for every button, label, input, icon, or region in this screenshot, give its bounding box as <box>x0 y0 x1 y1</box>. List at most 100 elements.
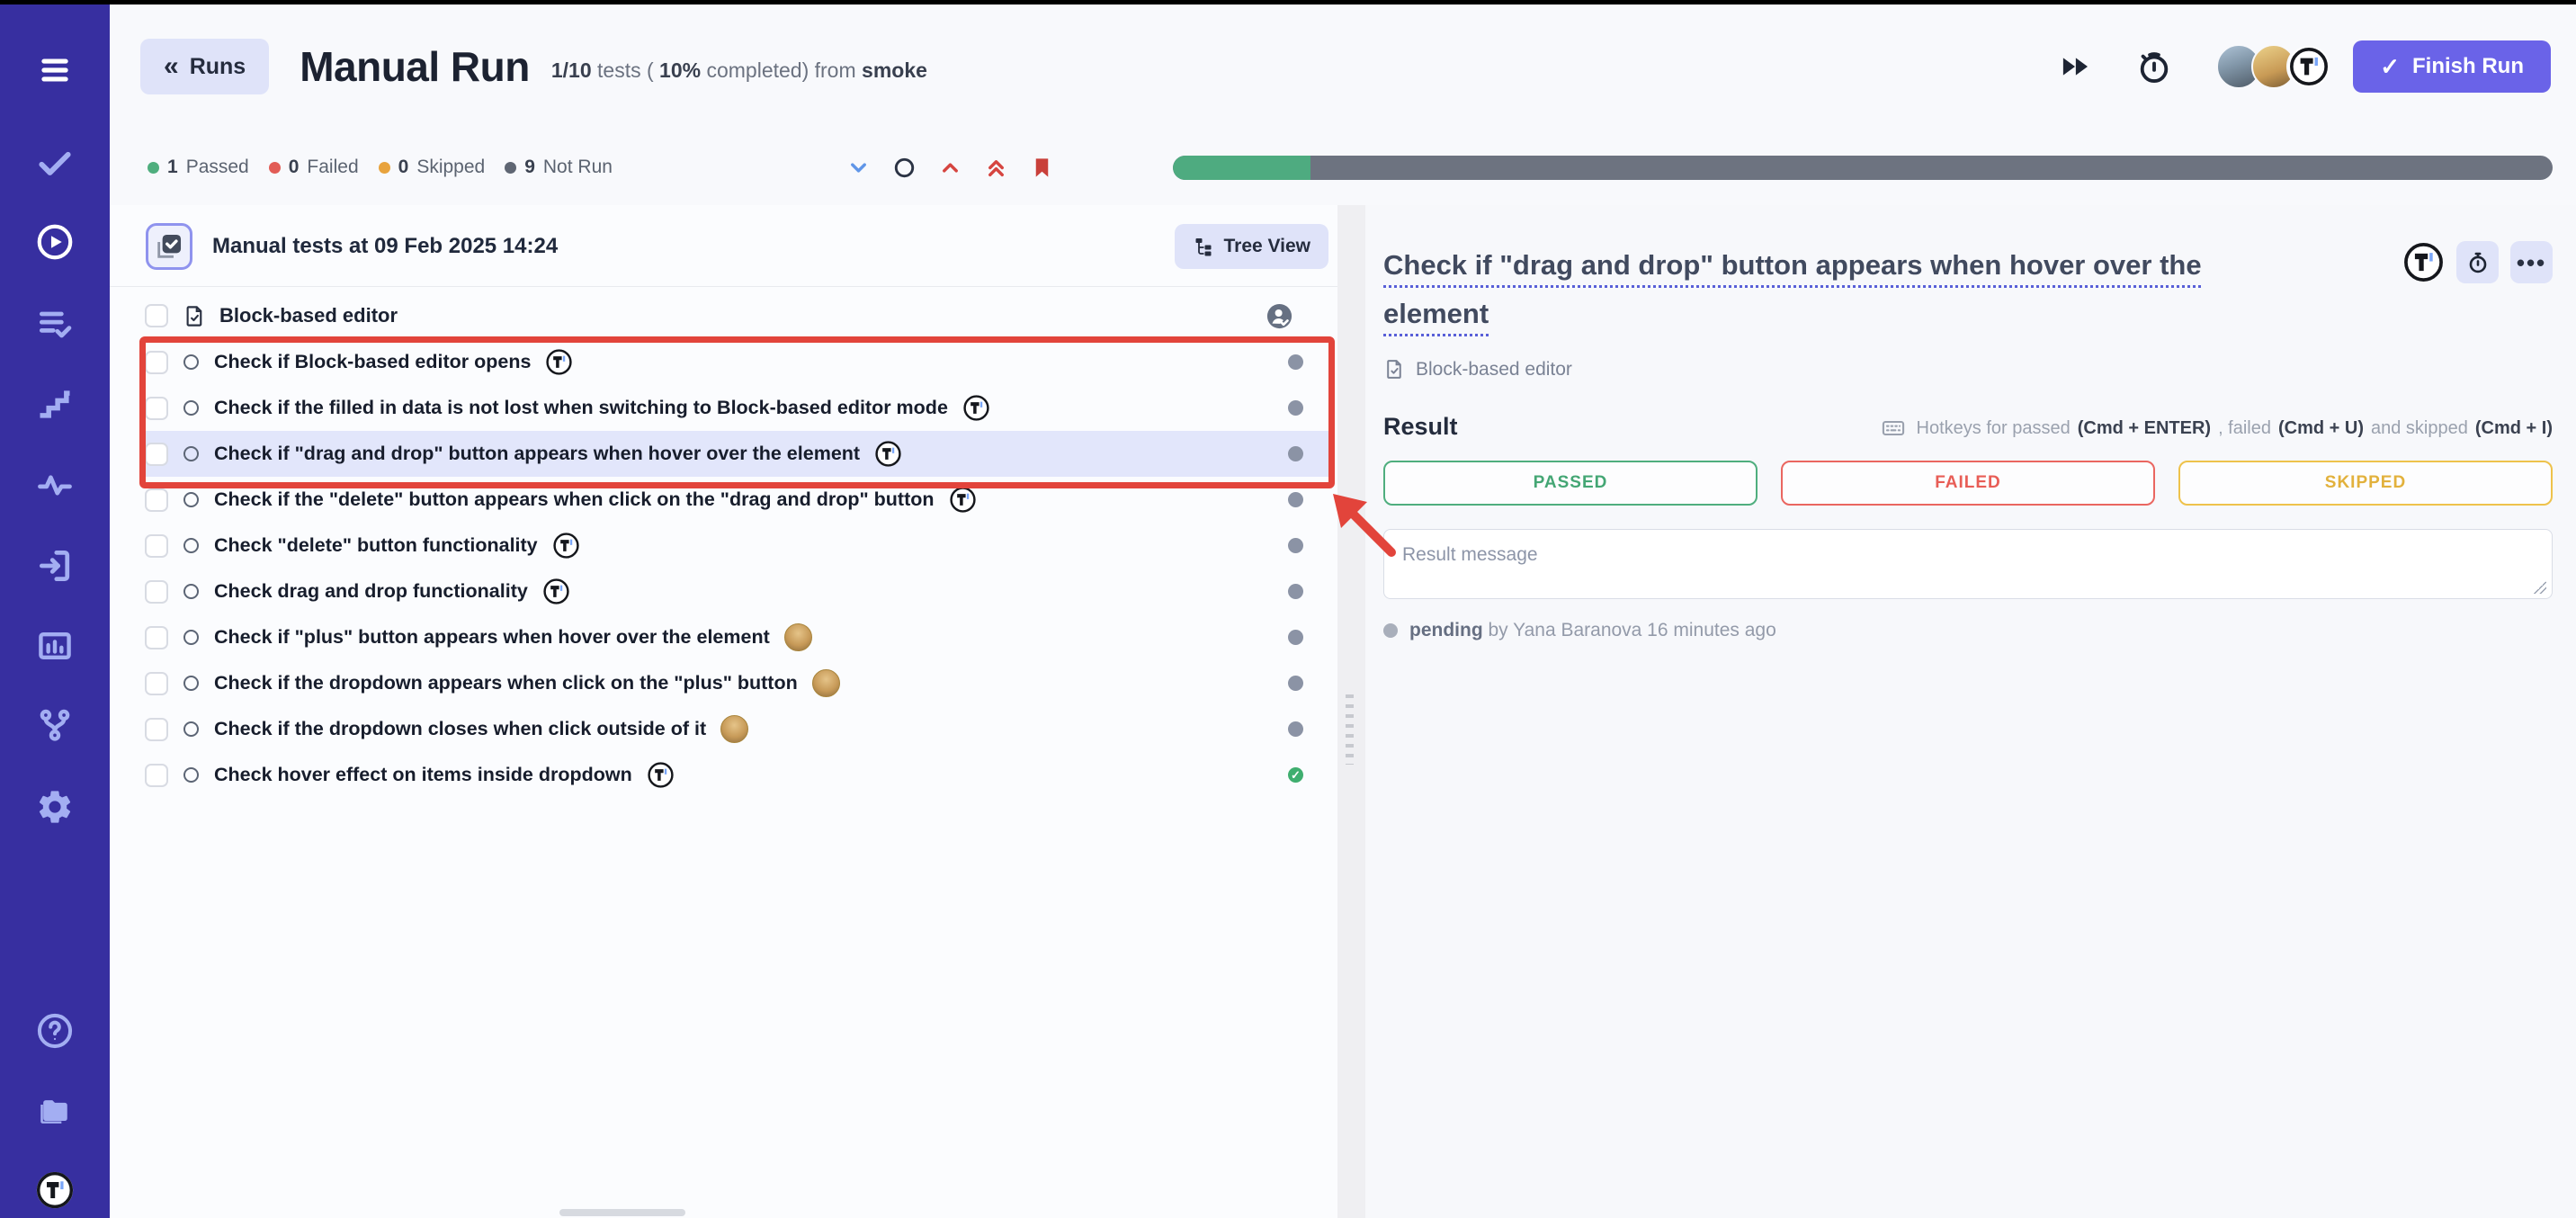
author-avatar-logo[interactable] <box>2402 241 2445 283</box>
test-row[interactable]: Check if Block-based editor opens <box>142 339 1332 385</box>
bookmark-icon[interactable] <box>1030 156 1054 180</box>
result-status-icon <box>1288 492 1303 507</box>
finish-run-label: Finish Run <box>2412 54 2524 79</box>
result-status-icon <box>1288 400 1303 416</box>
stats-percent: 10% <box>659 58 701 82</box>
integrations-branch-icon[interactable] <box>34 704 76 746</box>
group-checkbox[interactable] <box>145 304 168 327</box>
result-status-icon <box>1288 721 1303 737</box>
sign-in-icon[interactable] <box>34 545 76 587</box>
hotkeys-text: , failed <box>2218 418 2271 439</box>
test-row[interactable]: Check if the dropdown closes when click … <box>142 706 1332 752</box>
row-checkbox[interactable] <box>145 672 168 695</box>
untested-ring-icon <box>183 400 199 416</box>
test-review-icon[interactable] <box>34 303 76 345</box>
more-options-button[interactable]: ••• <box>2510 241 2553 283</box>
help-icon[interactable] <box>34 1010 76 1052</box>
fast-forward-icon[interactable] <box>2056 48 2094 85</box>
milestones-steps-icon[interactable] <box>34 384 76 425</box>
row-checkbox[interactable] <box>145 580 168 604</box>
test-row[interactable]: Check hover effect on items inside dropd… <box>142 752 1332 798</box>
untested-ring-icon <box>183 354 199 370</box>
status-count: 0 <box>289 157 300 178</box>
test-title: Check "delete" button functionality <box>214 534 538 557</box>
progress-bar-fill <box>1173 156 1310 180</box>
untested-ring-icon <box>183 767 199 783</box>
status-summary-item[interactable]: 0 Failed <box>269 157 359 178</box>
test-detail-title[interactable]: Check if "drag and drop" button appears … <box>1383 241 2283 338</box>
failed-button[interactable]: FAILED <box>1781 461 2155 506</box>
row-checkbox[interactable] <box>145 443 168 466</box>
time-tracking-button[interactable] <box>2456 241 2499 283</box>
detail-actions: ••• <box>2402 241 2553 283</box>
tree-view-button[interactable]: Tree View <box>1175 224 1328 269</box>
untested-ring-icon <box>183 676 199 691</box>
priority-none-icon[interactable] <box>892 156 917 180</box>
keyboard-icon <box>1881 416 1906 441</box>
pending-state: pending <box>1409 620 1483 640</box>
status-count: 9 <box>524 157 535 178</box>
passed-button[interactable]: PASSED <box>1383 461 1758 506</box>
timer-icon[interactable] <box>2135 48 2173 85</box>
hotkey-passed: (Cmd + ENTER) <box>2078 418 2211 439</box>
row-checkbox[interactable] <box>145 718 168 741</box>
select-all-checkbox[interactable] <box>146 223 192 270</box>
test-list-panel: Manual tests at 09 Feb 2025 14:24 Tree V… <box>110 205 1337 1218</box>
result-message-input[interactable] <box>1383 529 2553 599</box>
test-detail-panel: Check if "drag and drop" button appears … <box>1365 205 2576 1218</box>
activity-pulse-icon[interactable] <box>34 464 76 506</box>
row-checkbox[interactable] <box>145 351 168 374</box>
test-title: Check if "plus" button appears when hove… <box>214 626 770 649</box>
test-row[interactable]: Check if the dropdown appears when click… <box>142 660 1332 706</box>
hotkeys-text: and skipped <box>2371 418 2468 439</box>
assignee-filter-icon[interactable] <box>1266 302 1293 330</box>
suite-group-row[interactable]: Block-based editor <box>110 292 1337 339</box>
menu-icon[interactable] <box>34 49 76 91</box>
status-summary-item[interactable]: 0 Skipped <box>379 157 486 178</box>
reports-chart-icon[interactable] <box>34 625 76 667</box>
assignee-avatar-logo <box>647 761 675 789</box>
priority-highest-icon[interactable] <box>984 156 1008 180</box>
row-checkbox[interactable] <box>145 626 168 649</box>
horizontal-scrollbar-thumb[interactable] <box>559 1209 685 1216</box>
priority-high-icon[interactable] <box>938 156 962 180</box>
row-checkbox[interactable] <box>145 534 168 558</box>
status-bar: 1 Passed 0 Failed 0 Skipped 9 Not Run <box>110 142 2576 193</box>
progress-bar <box>1173 156 2553 180</box>
untested-ring-icon <box>183 492 199 507</box>
status-label: Passed <box>186 157 249 178</box>
suite-title: Block-based editor <box>219 304 398 327</box>
test-row[interactable]: Check if the "delete" button appears whe… <box>142 477 1332 523</box>
runs-play-icon[interactable] <box>34 221 76 263</box>
test-row[interactable]: Check if the filled in data is not lost … <box>142 385 1332 431</box>
row-checkbox[interactable] <box>145 764 168 787</box>
stats-text2: completed) from <box>706 58 855 82</box>
tree-view-icon <box>1193 236 1214 257</box>
test-row[interactable]: Check "delete" button functionality <box>142 523 1332 569</box>
run-name: Manual tests at 09 Feb 2025 14:24 <box>212 234 558 259</box>
panel-resize-divider[interactable] <box>1337 205 1365 1218</box>
test-row[interactable]: Check drag and drop functionality <box>142 569 1332 614</box>
priority-low-icon[interactable] <box>846 156 871 180</box>
status-count: 1 <box>167 157 178 178</box>
priority-filter-icons <box>846 156 1054 180</box>
status-summary-item[interactable]: 9 Not Run <box>505 157 613 178</box>
drag-handle-icon[interactable] <box>1346 694 1358 765</box>
workspace-logo-icon[interactable] <box>34 1169 76 1211</box>
assignee-avatar-logo <box>552 532 580 560</box>
stats-text: tests ( <box>597 58 654 82</box>
pending-detail: by Yana Baranova 16 minutes ago <box>1489 620 1776 640</box>
chevrons-left-icon: « <box>164 51 179 82</box>
row-checkbox[interactable] <box>145 488 168 512</box>
test-row[interactable]: Check if "plus" button appears when hove… <box>142 614 1332 660</box>
tests-check-icon[interactable] <box>34 142 76 184</box>
projects-folder-icon[interactable] <box>34 1090 76 1132</box>
status-summary-item[interactable]: 1 Passed <box>148 157 249 178</box>
skipped-button[interactable]: SKIPPED <box>2178 461 2553 506</box>
row-checkbox[interactable] <box>145 397 168 420</box>
finish-run-button[interactable]: ✓ Finish Run <box>2353 40 2551 93</box>
participant-avatar-logo[interactable] <box>2286 44 2331 89</box>
test-row[interactable]: Check if "drag and drop" button appears … <box>142 431 1332 477</box>
back-to-runs-button[interactable]: « Runs <box>140 39 269 94</box>
settings-gear-icon[interactable] <box>34 786 76 828</box>
